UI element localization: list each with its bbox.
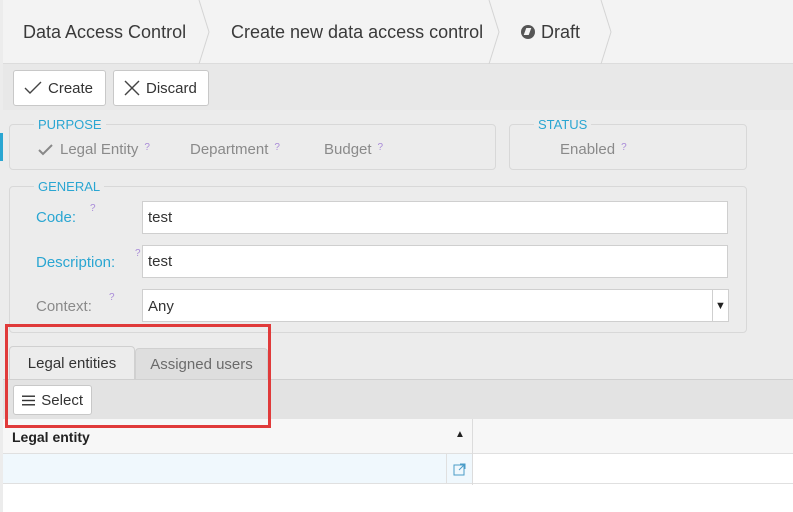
purpose-option-label: Department: [190, 141, 269, 158]
code-input[interactable]: [142, 201, 728, 234]
purpose-option-legal-entity[interactable]: Legal Entity ?: [38, 141, 150, 158]
tab-legal-entities[interactable]: Legal entities: [9, 346, 135, 379]
chevron-right-icon: [600, 0, 612, 64]
status-fieldset: STATUS: [509, 117, 747, 170]
legal-entity-grid: Legal entity ▲: [3, 419, 793, 512]
active-section-marker: [0, 133, 3, 161]
breadcrumb-item-create[interactable]: Create new data access control: [211, 0, 501, 64]
purpose-option-budget[interactable]: Budget ?: [324, 141, 383, 158]
tabs-panel: Legal entities Assigned users Select Leg…: [3, 346, 793, 512]
context-label-text: Context:: [36, 298, 92, 315]
tab-label: Assigned users: [150, 355, 253, 373]
help-icon[interactable]: ?: [109, 292, 115, 303]
column-header-legal-entity[interactable]: Legal entity: [12, 429, 90, 445]
table-row[interactable]: [3, 454, 472, 484]
purpose-option-label: Legal Entity: [60, 141, 139, 158]
description-label-text: Description:: [36, 254, 116, 271]
help-icon[interactable]: ?: [274, 142, 280, 153]
help-icon[interactable]: ?: [135, 248, 141, 259]
breadcrumb-status-label: Draft: [541, 21, 581, 42]
help-icon[interactable]: ?: [144, 142, 150, 153]
menu-icon: [22, 395, 36, 405]
tab-toolbar: Select: [3, 379, 793, 419]
open-external-icon[interactable]: [446, 454, 472, 484]
breadcrumb-item-data-access-control[interactable]: Data Access Control: [3, 0, 211, 64]
checkmark-icon: [38, 143, 53, 155]
chevron-right-icon: [488, 0, 500, 64]
tab-label: Legal entities: [27, 354, 117, 372]
draft-status-icon: [521, 25, 535, 39]
status-enabled-label: Enabled: [560, 141, 616, 158]
purpose-option-department[interactable]: Department ?: [190, 141, 280, 158]
description-label: Description: ?: [36, 248, 141, 271]
purpose-legend: PURPOSE: [34, 117, 106, 132]
create-button[interactable]: Create: [13, 70, 106, 106]
select-button-label: Select: [41, 391, 83, 409]
help-icon[interactable]: ?: [621, 142, 627, 153]
status-legend: STATUS: [534, 117, 592, 132]
code-label-text: Code:: [36, 209, 77, 226]
column-divider: [472, 419, 473, 485]
dropdown-arrow-icon[interactable]: ▼: [712, 290, 728, 321]
code-label: Code: ?: [36, 203, 96, 226]
purpose-option-label: Budget: [324, 141, 372, 158]
close-icon: [124, 80, 140, 96]
context-label: Context: ?: [36, 292, 115, 315]
select-button[interactable]: Select: [13, 385, 92, 415]
create-button-label: Create: [48, 79, 94, 97]
help-icon[interactable]: ?: [378, 142, 384, 153]
toolbar: Create Discard: [3, 64, 793, 110]
check-icon: [24, 81, 42, 94]
table-row-filler: [473, 454, 793, 484]
breadcrumb-label: Data Access Control: [23, 21, 187, 42]
context-select-value: Any: [148, 298, 174, 315]
tab-assigned-users[interactable]: Assigned users: [135, 348, 268, 379]
help-icon[interactable]: ?: [90, 203, 96, 214]
breadcrumb-item-status[interactable]: Draft: [501, 0, 613, 64]
chevron-right-icon: [198, 0, 210, 64]
grid-header: Legal entity ▲: [3, 419, 793, 454]
breadcrumb-label: Create new data access control: [231, 21, 484, 42]
discard-button-label: Discard: [146, 79, 197, 97]
sort-ascending-icon[interactable]: ▲: [455, 429, 465, 440]
status-enabled-toggle[interactable]: Enabled ?: [560, 141, 627, 158]
discard-button[interactable]: Discard: [113, 70, 209, 106]
breadcrumb: Data Access Control Create new data acce…: [3, 0, 793, 64]
description-input[interactable]: [142, 245, 728, 278]
context-select[interactable]: Any ▼: [142, 289, 729, 322]
general-legend: GENERAL: [34, 179, 105, 194]
